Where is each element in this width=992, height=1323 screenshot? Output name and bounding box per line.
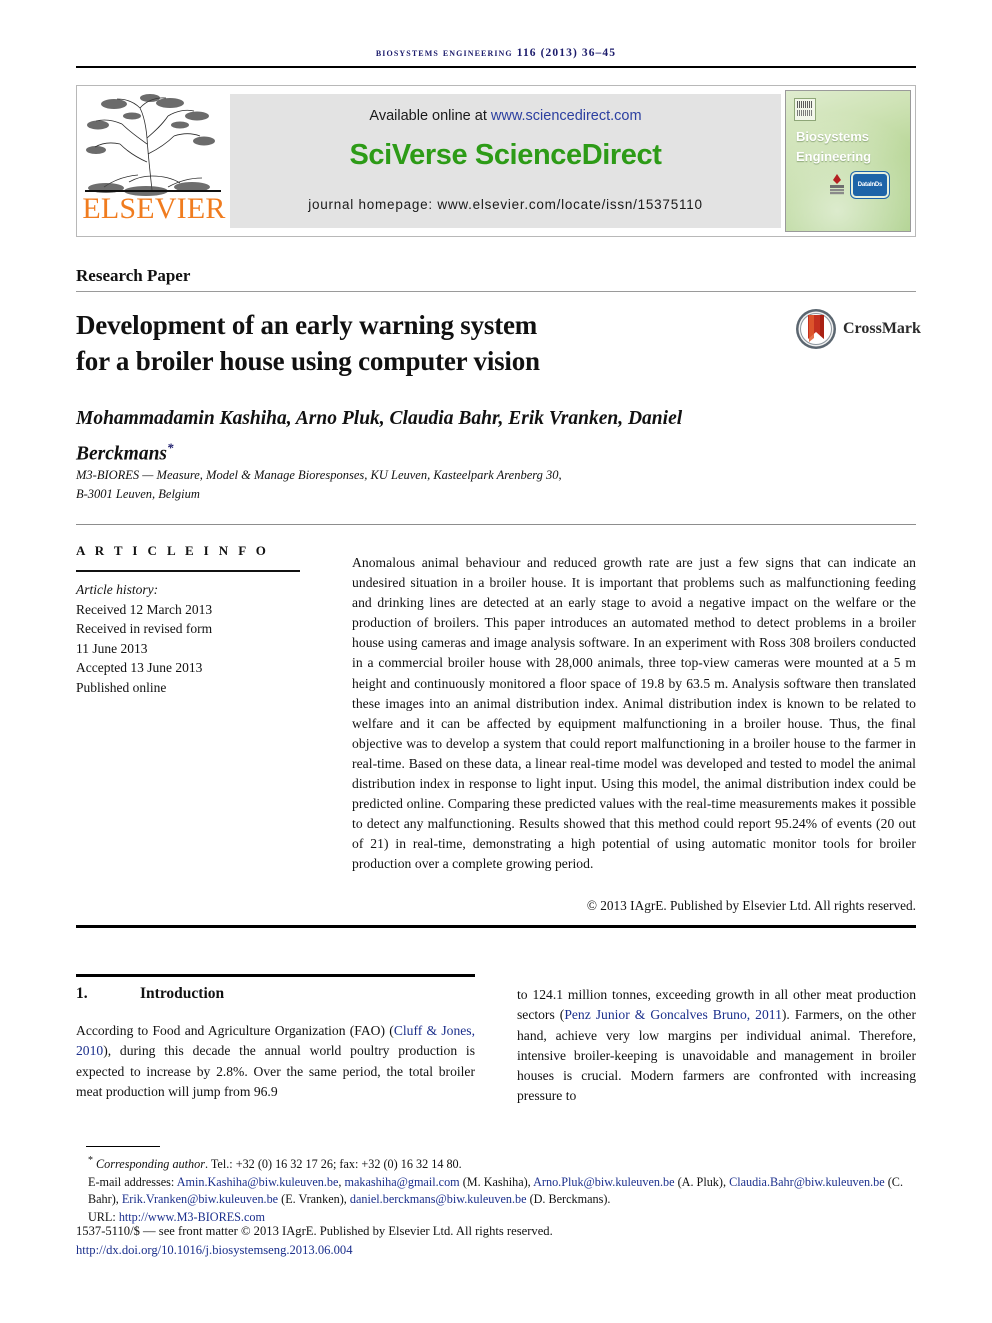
corresponding-marker: * <box>167 440 174 455</box>
journal-cover-thumbnail: Biosystems Engineering DataInDs <box>785 90 911 232</box>
affiliation-line1: M3-BIORES — Measure, Model & Manage Bior… <box>76 468 562 482</box>
body-column-right: to 124.1 million tonnes, exceeding growt… <box>517 985 916 1107</box>
elsevier-tree-icon <box>86 94 215 196</box>
email-owner-3: (A. Pluk), <box>677 1174 727 1189</box>
email-link-5[interactable]: Erik.Vranken@biw.kuleuven.be <box>122 1192 278 1206</box>
page-title: Development of an early warning system f… <box>76 307 696 379</box>
author-list: Mohammadamin Kashiha, Arno Pluk, Claudia… <box>76 404 776 469</box>
abstract-copyright: © 2013 IAgrE. Published by Elsevier Ltd.… <box>586 898 916 913</box>
running-head: Biosystems Engineering 116 (2013) 36–45 <box>375 47 617 59</box>
abstract-text: Anomalous animal behaviour and reduced g… <box>352 555 916 872</box>
footnote-rule <box>86 1146 160 1147</box>
available-online-prefix: Available online at <box>369 108 491 124</box>
article-info-rule <box>76 570 300 572</box>
datainbrief-badge: DataInDs <box>853 174 887 196</box>
footnote-emails: E-mail addresses: Amin.Kashiha@biw.kuleu… <box>88 1174 903 1207</box>
email-addresses-label: E-mail addresses: <box>88 1174 175 1189</box>
crossmark-label: CrossMark <box>843 320 921 337</box>
email-link-3[interactable]: Arno.Pluk@biw.kuleuven.be <box>533 1175 674 1189</box>
email-link-6[interactable]: daniel.berckmans@biw.kuleuven.be <box>350 1192 527 1206</box>
footnote-block: * Corresponding author. Tel.: +32 (0) 16… <box>76 1152 916 1226</box>
iagre-badge-icon <box>830 174 844 195</box>
corresponding-author-label: Corresponding author <box>96 1157 205 1172</box>
body-column-left: According to Food and Agriculture Organi… <box>76 1021 475 1102</box>
url-label: URL: <box>88 1209 116 1224</box>
article-info-heading: A R T I C L E I N F O <box>76 543 270 558</box>
article-history-revised-date: 11 June 2013 <box>76 640 148 656</box>
intro-text-b: ), during this decade the annual world p… <box>76 1043 475 1099</box>
article-history-label: Article history: <box>76 582 159 597</box>
article-history-revised-label: Received in revised form <box>76 621 213 637</box>
cover-publisher-logo-icon <box>794 98 816 121</box>
cover-title-line1: Biosystems <box>796 129 869 144</box>
author-names: Mohammadamin Kashiha, Arno Pluk, Claudia… <box>76 408 683 465</box>
article-history-received: Received 12 March 2013 <box>76 601 213 617</box>
journal-homepage-line[interactable]: journal homepage: www.elsevier.com/locat… <box>230 197 781 212</box>
header-rule <box>76 66 916 68</box>
email-link-2[interactable]: makashiha@gmail.com <box>345 1175 460 1189</box>
article-type-rule <box>76 291 916 292</box>
crossmark-icon <box>796 309 836 349</box>
cover-badges: DataInDs <box>826 173 887 197</box>
elsevier-wordmark: ELSEVIER <box>82 192 226 225</box>
section-title: Introduction <box>140 985 225 1002</box>
email-link-1[interactable]: Amin.Kashiha@biw.kuleuven.be <box>177 1175 339 1189</box>
doi-link[interactable]: http://dx.doi.org/10.1016/j.biosystemsen… <box>76 1243 352 1258</box>
footnote-corresponding: * Corresponding author. Tel.: +32 (0) 16… <box>76 1152 916 1174</box>
url-link[interactable]: http://www.M3-BIORES.com <box>119 1210 265 1224</box>
cover-title-line2: Engineering <box>796 149 872 164</box>
crossmark-badge[interactable]: CrossMark <box>795 308 921 354</box>
sciverse-sciencedirect-wordmark: SciVerse ScienceDirect <box>349 139 662 171</box>
article-history-published: Published online <box>76 679 167 695</box>
journal-masthead: ELSEVIER Available online at www.science… <box>76 85 916 237</box>
email-owner-1: (M. Kashiha), <box>462 1174 531 1189</box>
email-owner-6: (D. Berckmans). <box>529 1192 611 1207</box>
section-number: 1. <box>76 985 88 1002</box>
available-online-line: Available online at www.sciencedirect.co… <box>230 108 781 124</box>
footnote-star-icon: * <box>88 1155 93 1166</box>
article-history: Article history: Received 12 March 2013 … <box>76 580 316 698</box>
cover-journal-title: Biosystems Engineering <box>796 127 871 167</box>
page-title-line1: Development of an early warning system <box>76 310 538 340</box>
elsevier-logo: ELSEVIER <box>77 86 229 236</box>
section-rule <box>76 974 475 977</box>
issn-frontmatter-line: 1537-5110/$ — see front matter © 2013 IA… <box>76 1224 553 1238</box>
email-link-4[interactable]: Claudia.Bahr@biw.kuleuven.be <box>729 1175 885 1189</box>
email-owner-5: (E. Vranken), <box>281 1192 347 1207</box>
article-history-accepted: Accepted 13 June 2013 <box>76 660 203 676</box>
affiliation-line2: B-3001 Leuven, Belgium <box>76 487 200 501</box>
sciencedirect-link[interactable]: www.sciencedirect.com <box>491 108 642 124</box>
pre-abstract-rule <box>76 524 916 525</box>
article-type-label: Research Paper <box>76 266 191 285</box>
page-title-line2: for a broiler house using computer visio… <box>76 346 540 376</box>
post-abstract-rule <box>76 925 916 928</box>
sciencedirect-banner: Available online at www.sciencedirect.co… <box>230 94 781 228</box>
affiliation: M3-BIORES — Measure, Model & Manage Bior… <box>76 466 776 504</box>
intro-text-a: According to Food and Agriculture Organi… <box>76 1023 394 1038</box>
citation-penz-junior[interactable]: Penz Junior & Goncalves Bruno, 2011 <box>564 1007 782 1022</box>
journal-article-page: Biosystems Engineering 116 (2013) 36–45 <box>0 0 992 1323</box>
corresponding-author-contact: . Tel.: +32 (0) 16 32 17 26; fax: +32 (0… <box>204 1157 462 1172</box>
